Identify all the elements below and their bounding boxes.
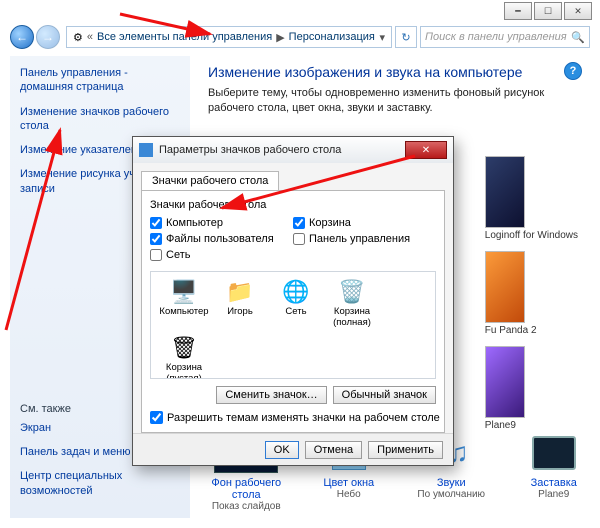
tab-desktop-icons[interactable]: Значки рабочего стола (141, 171, 279, 190)
window-minimize-button[interactable] (504, 2, 532, 20)
theme-label: Plane9 (485, 420, 578, 431)
allow-themes-checkbox[interactable] (150, 411, 163, 424)
check-computer[interactable]: Компьютер (150, 217, 293, 229)
ok-button[interactable]: OK (265, 441, 299, 459)
control-panel-icon: ⚙ (73, 31, 83, 44)
computer-icon: 🖥️ (169, 278, 199, 306)
theme-thumb[interactable] (485, 251, 525, 323)
nav-back-button[interactable]: ← (10, 25, 34, 49)
window-close-button[interactable] (564, 2, 592, 20)
icon-preview-list[interactable]: 🖥️Компьютер 📁Игорь 🌐Сеть 🗑️Корзина (полн… (150, 271, 436, 379)
user-folder-icon: 📁 (225, 278, 255, 306)
theme-thumb[interactable] (485, 156, 525, 228)
theme-label: Fu Panda 2 (485, 325, 578, 336)
change-icon-button[interactable]: Сменить значок… (216, 386, 326, 404)
bottom-screensaver[interactable]: Заставка Plane9 (518, 433, 591, 512)
sidebar-link-desktop-icons[interactable]: Изменение значков рабочего стола (20, 105, 180, 134)
icon-recycle-full[interactable]: 🗑️Корзина (полная) (325, 278, 379, 328)
check-control-panel[interactable]: Панель управления (293, 233, 436, 245)
search-placeholder: Поиск в панели управления (425, 31, 567, 43)
nav-forward-button[interactable]: → (36, 25, 60, 49)
breadcrumb-level2[interactable]: Персонализация (289, 31, 375, 43)
chevron-down-icon[interactable]: ▾ (379, 31, 385, 44)
network-icon: 🌐 (281, 278, 311, 306)
dialog-titlebar[interactable]: Параметры значков рабочего стола ✕ (133, 137, 453, 163)
address-bar: ← → ⚙ « Все элементы панели управления ▶… (10, 24, 590, 50)
theme-label: Loginoff for Windows (485, 230, 578, 241)
breadcrumb[interactable]: ⚙ « Все элементы панели управления ▶ Пер… (66, 26, 392, 48)
search-icon: 🔍 (571, 31, 585, 44)
sidebar-link-home[interactable]: Панель управления - домашняя страница (20, 66, 180, 95)
check-network[interactable]: Сеть (150, 249, 293, 261)
see-also-ease-of-access[interactable]: Центр специальных возможностей (20, 469, 180, 498)
check-recycle-bin[interactable]: Корзина (293, 217, 436, 229)
allow-themes-label: Разрешить темам изменять значки на рабоч… (167, 412, 440, 424)
refresh-button[interactable]: ↻ (395, 26, 417, 48)
cancel-button[interactable]: Отмена (305, 441, 362, 459)
dialog-close-button[interactable]: ✕ (405, 141, 447, 159)
page-description: Выберите тему, чтобы одновременно измени… (208, 86, 574, 117)
screensaver-icon (532, 436, 576, 470)
help-button[interactable]: ? (564, 62, 582, 80)
recycle-empty-icon: 🗑 (169, 334, 199, 362)
default-icon-button[interactable]: Обычный значок (333, 386, 436, 404)
recycle-full-icon: 🗑️ (337, 278, 367, 306)
icon-computer[interactable]: 🖥️Компьютер (157, 278, 211, 328)
dialog-icon (139, 143, 153, 157)
search-input[interactable]: Поиск в панели управления 🔍 (420, 26, 590, 48)
window-maximize-button[interactable] (534, 2, 562, 20)
icon-user[interactable]: 📁Игорь (213, 278, 267, 328)
check-user-files[interactable]: Файлы пользователя (150, 233, 293, 245)
desktop-icons-dialog: Параметры значков рабочего стола ✕ Значк… (132, 136, 454, 466)
page-title: Изменение изображения и звука на компьют… (208, 64, 574, 80)
icon-network[interactable]: 🌐Сеть (269, 278, 323, 328)
apply-button[interactable]: Применить (368, 441, 443, 459)
theme-thumb[interactable] (485, 346, 525, 418)
icon-recycle-empty[interactable]: 🗑Корзина (пустая) (157, 334, 211, 379)
group-label: Значки рабочего стола (150, 199, 436, 211)
dialog-title: Параметры значков рабочего стола (159, 144, 341, 156)
breadcrumb-level1[interactable]: Все элементы панели управления (97, 31, 272, 43)
